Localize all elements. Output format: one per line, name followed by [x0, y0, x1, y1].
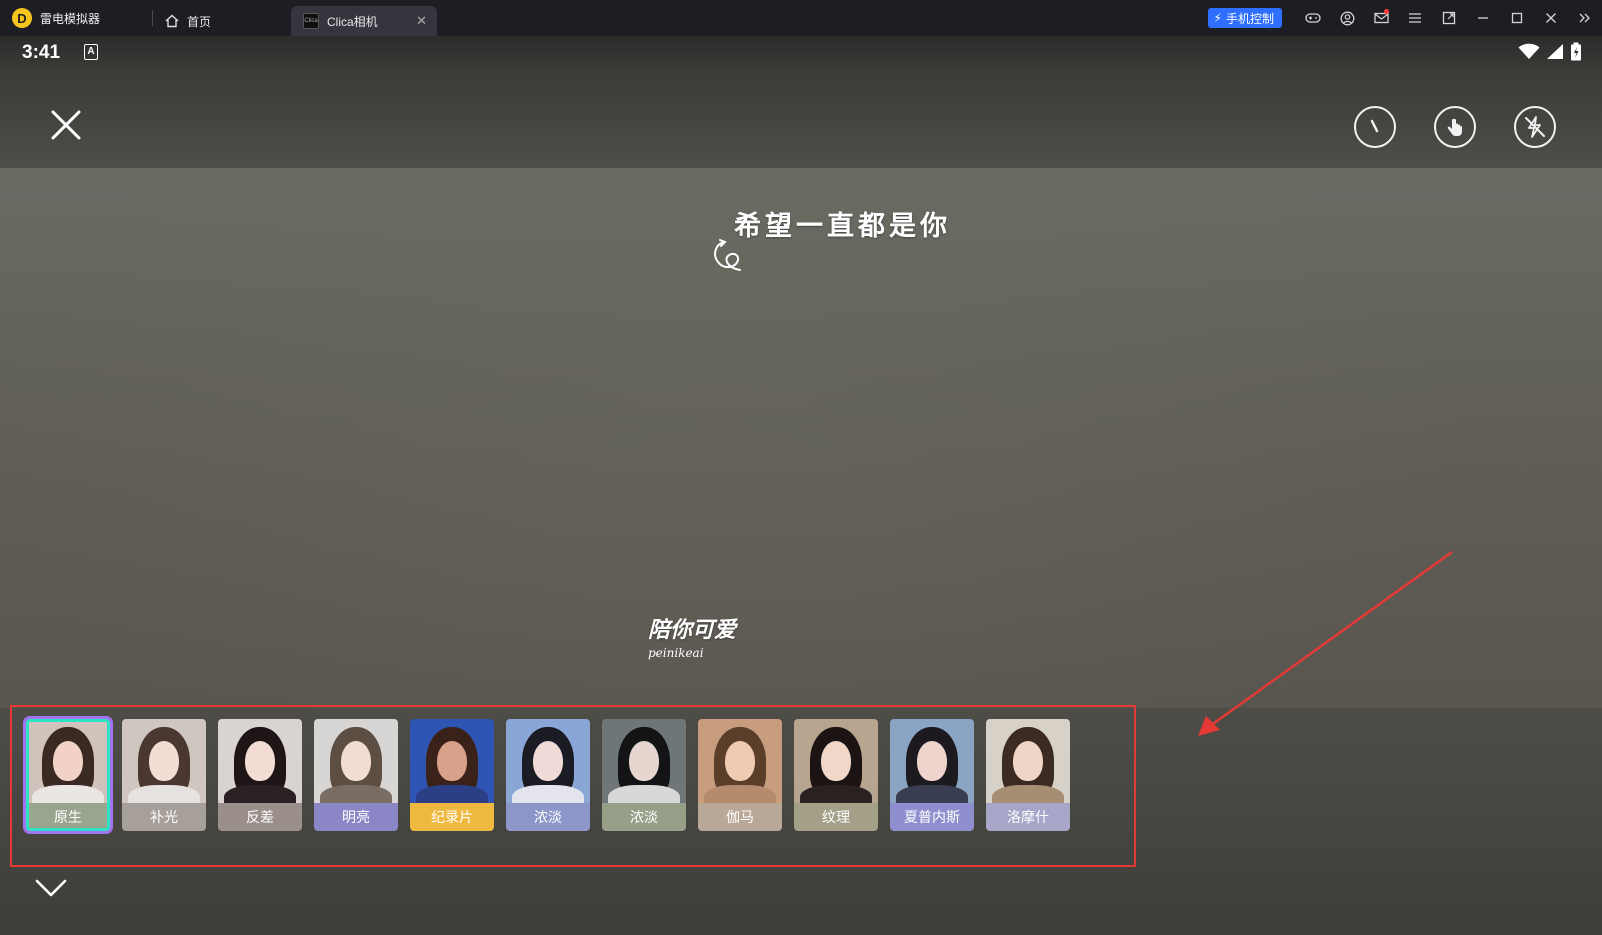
double-chevron-icon[interactable]: [1568, 0, 1602, 36]
close-icon[interactable]: [1534, 0, 1568, 36]
emulator-brand[interactable]: D 雷电模拟器: [0, 0, 152, 36]
menu-icon[interactable]: [1398, 0, 1432, 36]
annotation-arrow: [1198, 550, 1453, 736]
emulator-app-name: 雷电模拟器: [40, 11, 101, 26]
emulator-title-bar: D 雷电模拟器 首页 Clica Clica相机 ✕ ⚡ 手机控制: [0, 0, 1602, 36]
phone-control-button[interactable]: ⚡ 手机控制: [1207, 8, 1282, 28]
phone-control-label: 手机控制: [1225, 11, 1274, 26]
tab-home[interactable]: 首页: [153, 6, 291, 36]
tab-clica-label: Clica相机: [327, 14, 378, 29]
window-controls: ⚡ 手机控制: [1207, 0, 1602, 36]
camera-screen[interactable]: 3:41 A 希望一直都是你 陪你可爱 peinikeai 原生 补光 反差 明亮 纪录…: [0, 36, 1602, 935]
bolt-icon: ⚡: [1213, 11, 1222, 25]
home-icon: [165, 14, 179, 28]
gamepad-icon[interactable]: [1296, 0, 1330, 36]
maximize-icon[interactable]: [1500, 0, 1534, 36]
tab-close-icon[interactable]: ✕: [416, 14, 427, 28]
user-icon[interactable]: [1330, 0, 1364, 36]
emulator-logo-icon: D: [12, 8, 32, 28]
mail-icon[interactable]: [1364, 0, 1398, 36]
clica-app-icon: Clica: [303, 13, 319, 29]
tab-clica-camera[interactable]: Clica Clica相机 ✕: [291, 6, 437, 36]
mail-unread-dot: [1384, 9, 1389, 14]
popout-icon[interactable]: [1432, 0, 1466, 36]
tab-home-label: 首页: [187, 14, 212, 29]
minimize-icon[interactable]: [1466, 0, 1500, 36]
